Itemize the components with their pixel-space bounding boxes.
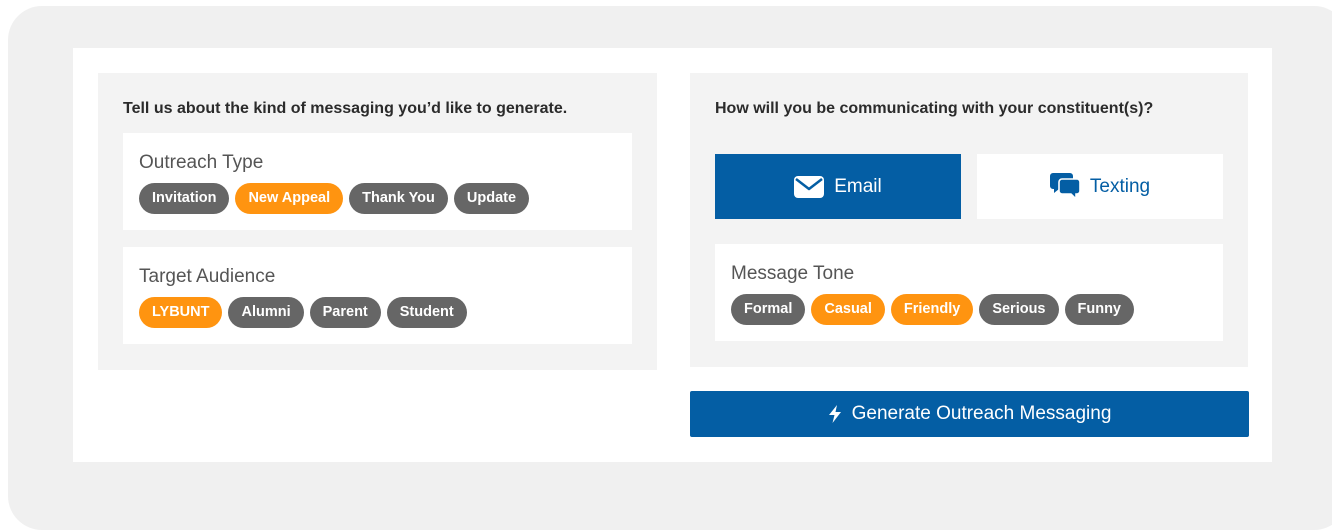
chip-update[interactable]: Update [453, 183, 530, 214]
message-tone-title: Message Tone [731, 263, 855, 284]
messaging-kind-panel: Tell us about the kind of messaging you’… [98, 73, 657, 370]
envelope-icon [794, 175, 825, 198]
messaging-kind-prompt: Tell us about the kind of messaging you’… [123, 100, 568, 117]
texting-channel-button[interactable]: Texting [977, 154, 1223, 219]
message-tone-box: Message Tone Formal Casual Friendly Seri… [715, 244, 1223, 341]
communication-prompt: How will you be communicating with your … [715, 100, 1154, 117]
email-label: Email [834, 175, 882, 197]
chip-lybunt[interactable]: LYBUNT [139, 297, 223, 328]
chip-casual[interactable]: Casual [811, 294, 885, 325]
chip-formal[interactable]: Formal [731, 294, 806, 325]
chip-thank-you[interactable]: Thank You [349, 183, 448, 214]
target-audience-chips: LYBUNT Alumni Parent Student [139, 297, 467, 328]
chip-serious[interactable]: Serious [979, 294, 1059, 325]
chip-parent[interactable]: Parent [309, 297, 381, 328]
communication-panel: How will you be communicating with your … [690, 73, 1248, 367]
outreach-type-chips: Invitation New Appeal Thank You Update [139, 183, 530, 214]
chip-friendly[interactable]: Friendly [890, 294, 974, 325]
target-audience-title: Target Audience [139, 266, 276, 287]
chip-student[interactable]: Student [386, 297, 467, 328]
lightning-bolt-icon [828, 405, 842, 423]
message-tone-chips: Formal Casual Friendly Serious Funny [731, 294, 1134, 325]
chip-invitation[interactable]: Invitation [139, 183, 230, 214]
outreach-type-title: Outreach Type [139, 152, 264, 173]
generate-outreach-button[interactable]: Generate Outreach Messaging [690, 391, 1249, 437]
texting-label: Texting [1089, 175, 1151, 197]
generate-button-label: Generate Outreach Messaging [851, 403, 1112, 424]
chip-funny[interactable]: Funny [1064, 294, 1134, 325]
chip-alumni[interactable]: Alumni [228, 297, 304, 328]
chip-new-appeal[interactable]: New Appeal [235, 183, 344, 214]
outreach-type-box: Outreach Type Invitation New Appeal Than… [123, 133, 632, 230]
target-audience-box: Target Audience LYBUNT Alumni Parent Stu… [123, 247, 632, 344]
email-channel-button[interactable]: Email [715, 154, 961, 219]
chat-bubbles-icon [1049, 173, 1080, 200]
